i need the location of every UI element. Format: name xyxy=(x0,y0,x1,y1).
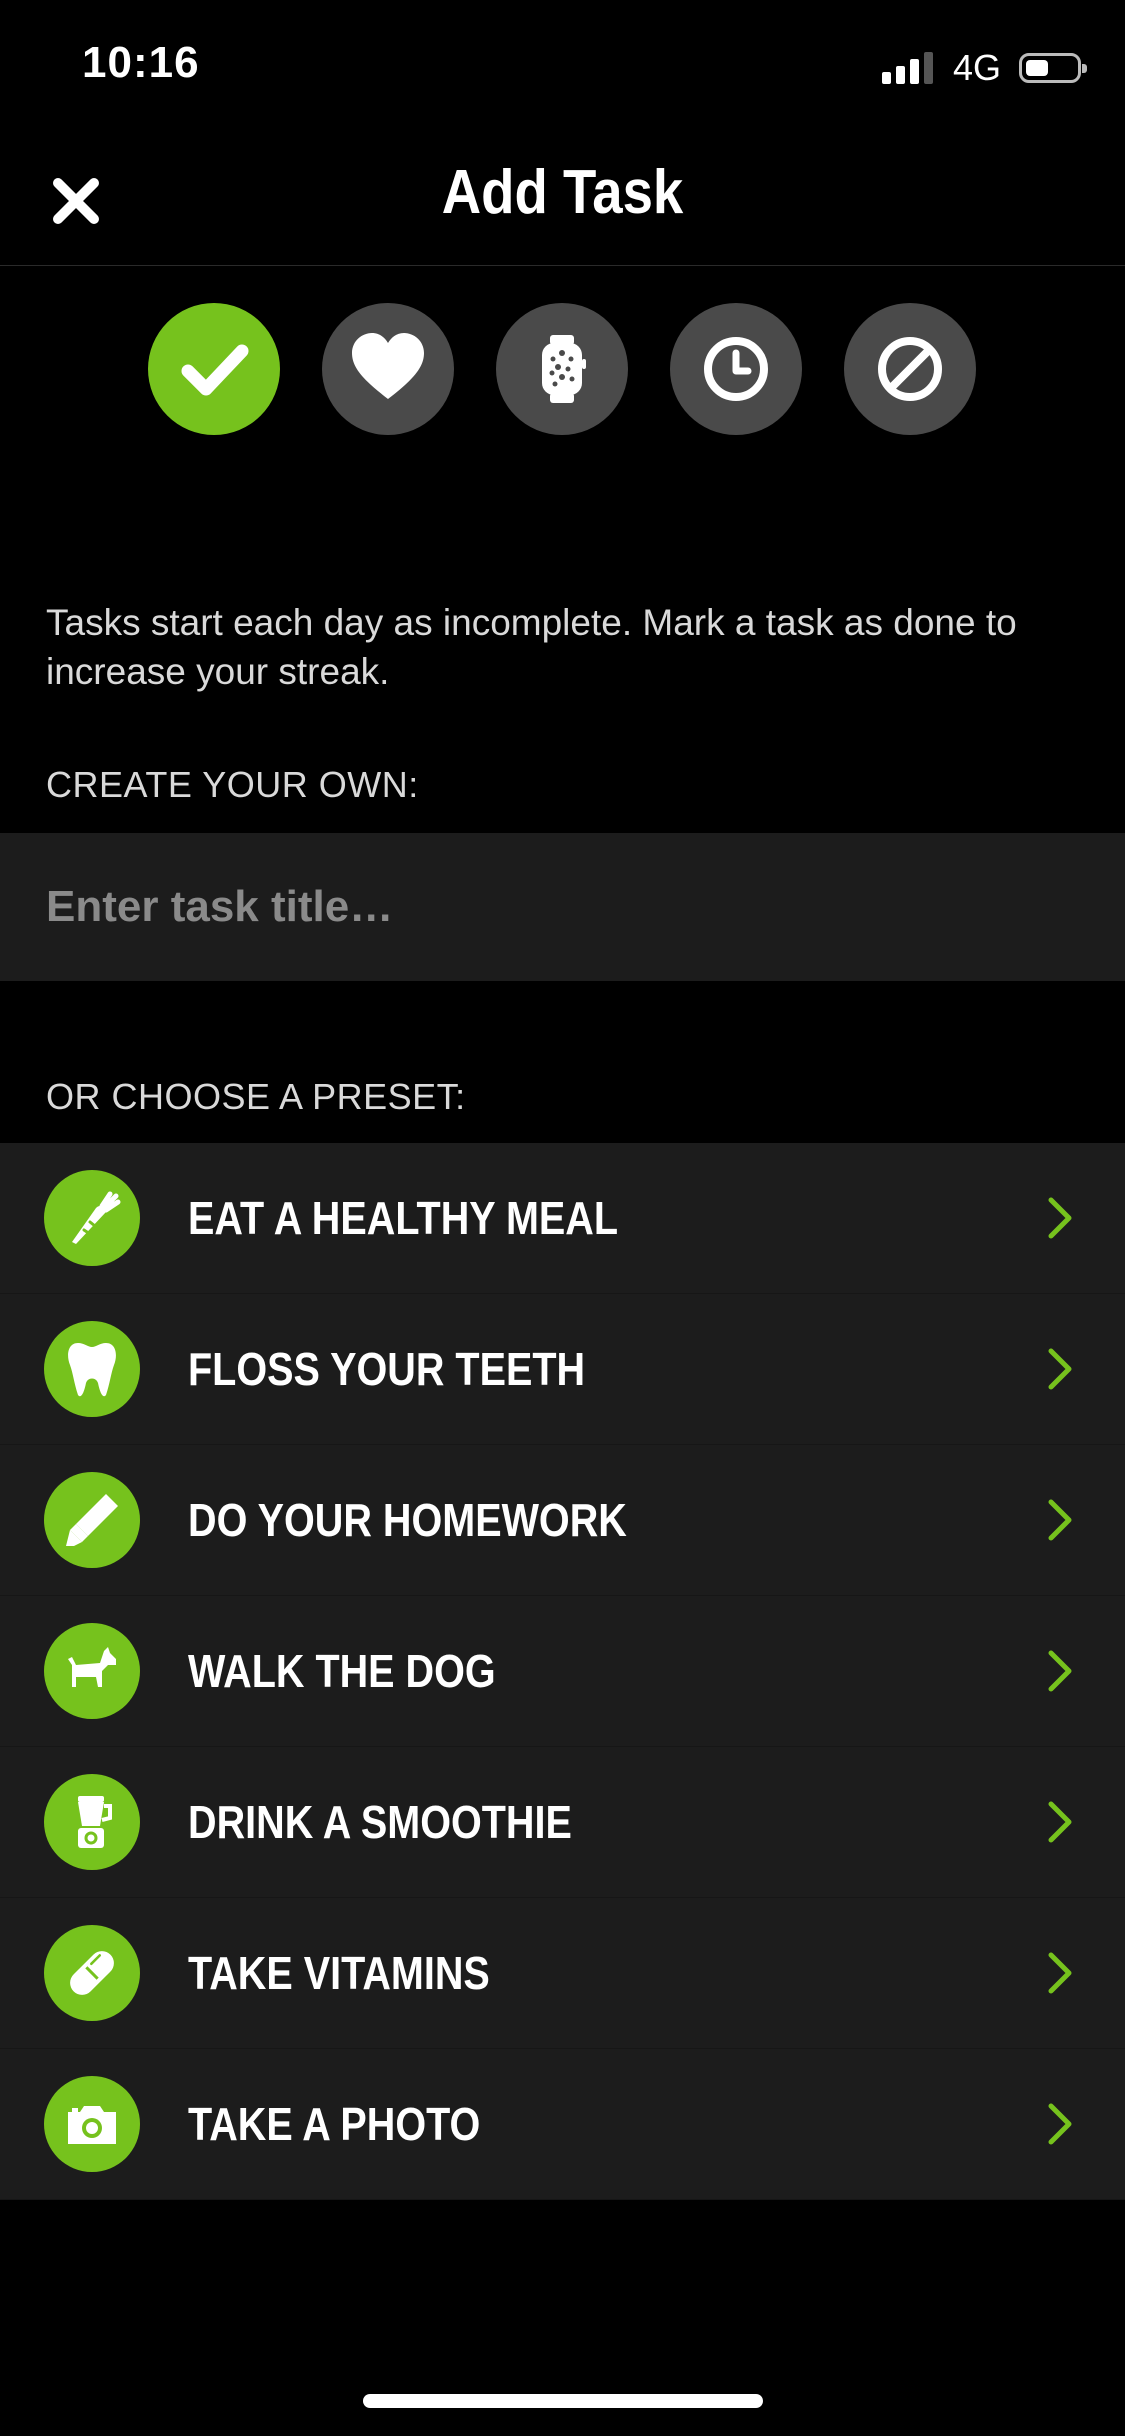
preset-label: WALK THE DOG xyxy=(188,1645,496,1697)
status-bar: 10:16 4G xyxy=(0,0,1125,135)
preset-icon-circle xyxy=(44,1774,140,1870)
carrot-icon xyxy=(72,1191,121,1244)
preset-label: DRINK A SMOOTHIE xyxy=(188,1796,572,1848)
task-type-watch-button[interactable] xyxy=(496,303,628,435)
status-time: 10:16 xyxy=(82,38,200,87)
preset-icon-circle xyxy=(44,1321,140,1417)
preset-take-photo[interactable]: TAKE A PHOTO xyxy=(0,2049,1125,2200)
preset-icon-circle xyxy=(44,1925,140,2021)
preset-label: TAKE A PHOTO xyxy=(188,2098,481,2150)
chevron-right-icon xyxy=(1035,2099,1085,2149)
preset-list: EAT A HEALTHY MEAL FLOSS YOUR TEETH DO Y… xyxy=(0,1143,1125,2200)
chevron-right-icon xyxy=(1035,1344,1085,1394)
preset-take-vitamins[interactable]: TAKE VITAMINS xyxy=(0,1898,1125,2049)
preset-do-homework[interactable]: DO YOUR HOMEWORK xyxy=(0,1445,1125,1596)
page-title: Add Task xyxy=(441,158,684,227)
preset-icon-circle xyxy=(44,2076,140,2172)
task-description: Tasks start each day as incomplete. Mark… xyxy=(46,602,1017,692)
chevron-right-icon xyxy=(1035,1495,1085,1545)
chevron-right-icon xyxy=(1035,1797,1085,1847)
preset-label: EAT A HEALTHY MEAL xyxy=(188,1192,619,1244)
preset-icon-circle xyxy=(44,1170,140,1266)
network-type: 4G xyxy=(952,47,1001,88)
preset-eat-healthy-meal[interactable]: EAT A HEALTHY MEAL xyxy=(0,1143,1125,1294)
task-title-input[interactable] xyxy=(0,833,1125,981)
check-icon xyxy=(181,344,249,396)
preset-label: DO YOUR HOMEWORK xyxy=(188,1494,627,1546)
create-own-label: CREATE YOUR OWN: xyxy=(46,764,419,805)
task-type-check-button[interactable] xyxy=(148,303,280,435)
prohibited-icon xyxy=(878,337,942,401)
preset-icon-circle xyxy=(44,1623,140,1719)
status-indicators: 4G xyxy=(881,46,1087,90)
preset-label: OR CHOOSE A PRESET: xyxy=(46,1076,466,1117)
clock-icon xyxy=(704,337,768,401)
highlighter-icon xyxy=(66,1494,118,1546)
chevron-right-icon xyxy=(1035,1193,1085,1243)
tooth-icon xyxy=(68,1343,116,1397)
task-type-clock-button[interactable] xyxy=(670,303,802,435)
camera-icon xyxy=(68,2106,116,2144)
preset-label: TAKE VITAMINS xyxy=(188,1947,490,1999)
battery-icon xyxy=(1019,53,1087,83)
task-type-prohibited-button[interactable] xyxy=(844,303,976,435)
watch-icon xyxy=(542,335,586,403)
preset-drink-smoothie[interactable]: DRINK A SMOOTHIE xyxy=(0,1747,1125,1898)
blender-icon xyxy=(78,1796,112,1848)
task-type-heart-button[interactable] xyxy=(322,303,454,435)
preset-walk-dog[interactable]: WALK THE DOG xyxy=(0,1596,1125,1747)
pill-icon xyxy=(70,1951,114,1995)
task-type-selector xyxy=(148,303,976,435)
home-indicator[interactable] xyxy=(363,2394,763,2408)
task-title-field xyxy=(0,833,1125,981)
preset-floss-teeth[interactable]: FLOSS YOUR TEETH xyxy=(0,1294,1125,1445)
signal-icon xyxy=(881,52,933,84)
preset-label: FLOSS YOUR TEETH xyxy=(188,1343,586,1395)
heart-icon xyxy=(352,333,424,399)
chevron-right-icon xyxy=(1035,1646,1085,1696)
dog-icon xyxy=(68,1647,116,1687)
chevron-right-icon xyxy=(1035,1948,1085,1998)
preset-icon-circle xyxy=(44,1472,140,1568)
nav-header: Add Task xyxy=(0,135,1125,266)
